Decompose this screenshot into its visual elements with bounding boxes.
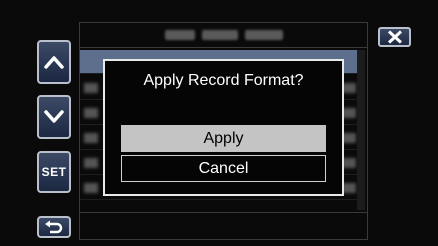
blurred-title-text: [164, 29, 283, 40]
confirm-dialog: Apply Record Format? Apply Cancel: [103, 59, 344, 196]
chevron-up-icon: [44, 56, 64, 69]
list-scrollbar[interactable]: [357, 50, 365, 210]
close-icon: [387, 30, 402, 44]
set-button-label: SET: [41, 165, 67, 179]
back-button[interactable]: [37, 216, 71, 238]
return-arrow-icon: [45, 220, 63, 234]
menu-list-title: [79, 22, 368, 48]
panel-divider: [79, 212, 368, 213]
cancel-button[interactable]: Cancel: [121, 155, 326, 182]
set-button[interactable]: SET: [37, 151, 71, 193]
apply-button[interactable]: Apply: [121, 125, 326, 152]
scroll-down-button[interactable]: [37, 95, 71, 139]
scroll-up-button[interactable]: [37, 40, 71, 84]
dialog-title: Apply Record Format?: [143, 72, 304, 89]
close-button[interactable]: [378, 27, 411, 47]
camera-menu-screen: SET Apply Record Format? Apply Cancel: [0, 0, 438, 246]
chevron-down-icon: [44, 110, 64, 123]
